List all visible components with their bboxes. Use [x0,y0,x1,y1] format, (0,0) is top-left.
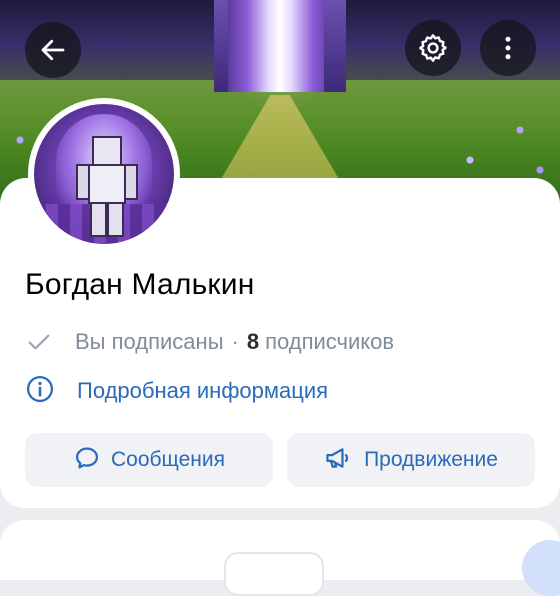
more-vertical-icon [493,33,523,63]
info-circle-icon [25,374,77,409]
subscribers-label[interactable]: подписчиков [265,329,394,355]
avatar[interactable] [28,98,180,250]
promote-label: Продвижение [364,448,498,471]
messages-button[interactable]: Сообщения [25,433,273,487]
avatar-image [34,104,174,244]
promote-button[interactable]: Продвижение [287,433,535,487]
subscribed-status[interactable]: Вы подписаны [75,329,224,355]
separator-dot: · [231,329,239,354]
profile-name: Богдан Малькин [25,268,255,301]
cover-pillar-right [324,0,346,92]
section-chip[interactable] [224,552,324,596]
subscribers-count[interactable]: 8 [247,329,259,355]
gear-icon [417,32,449,64]
details-link-label: Подробная информация [77,378,329,403]
details-link[interactable]: Подробная информация [25,374,328,408]
check-icon [25,328,53,356]
settings-button[interactable] [405,20,461,76]
subscription-row: Вы подписаны · 8 подписчиков [25,326,394,358]
speech-bubble-icon [73,444,111,477]
more-options-button[interactable] [480,20,536,76]
back-button[interactable] [25,22,81,78]
arrow-left-icon [38,35,68,65]
messages-label: Сообщения [111,448,225,471]
cover-portal [228,0,332,92]
next-section-card [0,520,560,596]
megaphone-icon [324,444,364,477]
